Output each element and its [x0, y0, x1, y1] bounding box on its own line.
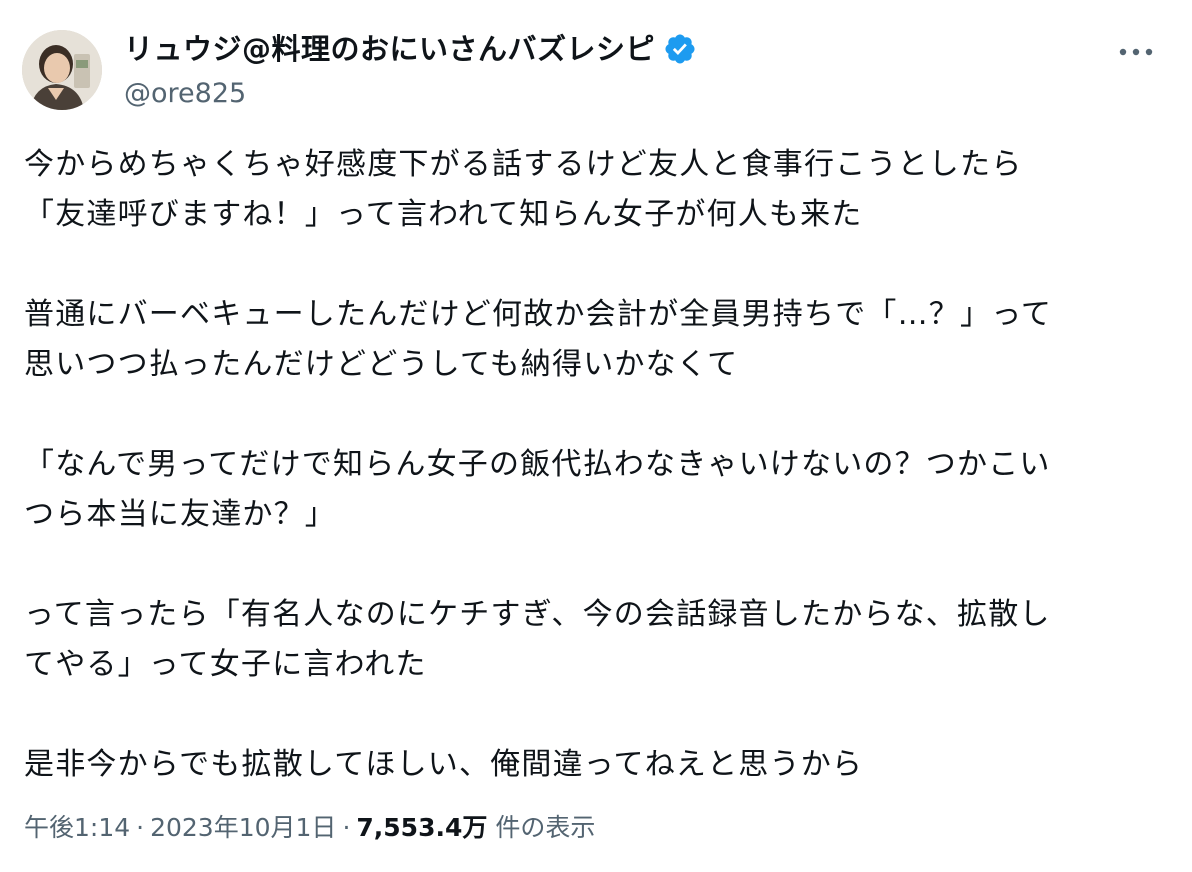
- tweet: リュウジ@料理のおにいさんバズレシピ @ore825 今からめちゃくちゃ好感度下…: [0, 0, 1192, 872]
- tweet-date: 2023年10月1日: [150, 813, 337, 842]
- tweet-paragraph: 是非今からでも拡散してほしい、俺間違ってねえと思うから: [24, 740, 1174, 790]
- avatar-photo: [22, 30, 102, 110]
- tweet-text: 今からめちゃくちゃ好感度下がる話するけど友人と食事行こうとしたら 「友達呼びます…: [24, 140, 1174, 790]
- tweet-line: 思いつつ払ったんだけどどうしても納得いかなくて: [24, 347, 739, 382]
- tweet-time: 午後1:14: [24, 813, 131, 842]
- author-display-name[interactable]: リュウジ@料理のおにいさんバズレシピ: [124, 30, 655, 68]
- more-options-button[interactable]: [1116, 42, 1156, 62]
- tweet-line: つら本当に友達か？」: [24, 497, 336, 532]
- tweet-paragraph: 今からめちゃくちゃ好感度下がる話するけど友人と食事行こうとしたら 「友達呼びます…: [24, 140, 1174, 240]
- tweet-views[interactable]: 7,553.4万 件の表示: [356, 813, 595, 842]
- tweet-meta: 午後1:14 · 2023年10月1日 · 7,553.4万 件の表示: [24, 810, 595, 846]
- tweet-line: って言ったら「有名人なのにケチすぎ、今の会話録音したからな、拡散し: [24, 597, 1051, 632]
- meta-separator: ·: [136, 813, 145, 842]
- avatar[interactable]: [22, 30, 102, 110]
- tweet-line: 今からめちゃくちゃ好感度下がる話するけど友人と食事行こうとしたら: [24, 147, 1023, 182]
- tweet-line: てやる」って女子に言われた: [24, 647, 427, 682]
- views-count: 7,553.4万: [356, 813, 488, 842]
- more-options-icon: [1119, 48, 1153, 56]
- tweet-paragraph: 普通にバーベキューしたんだけど何故か会計が全員男持ちで「…？」って 思いつつ払っ…: [24, 290, 1174, 390]
- views-label: 件の表示: [495, 813, 596, 842]
- author-handle[interactable]: @ore825: [124, 76, 246, 112]
- verified-badge-icon[interactable]: [663, 32, 697, 66]
- tweet-paragraph: 「なんで男ってだけで知らん女子の飯代払わなきゃいけないの？つかこい つら本当に友…: [24, 440, 1174, 540]
- tweet-line: 是非今からでも拡散してほしい、俺間違ってねえと思うから: [24, 747, 864, 782]
- meta-separator: ·: [342, 813, 351, 842]
- tweet-line: 普通にバーベキューしたんだけど何故か会計が全員男持ちで「…？」って: [24, 297, 1053, 332]
- tweet-line: 「なんで男ってだけで知らん女子の飯代払わなきゃいけないの？つかこい: [24, 447, 1051, 482]
- tweet-paragraph: って言ったら「有名人なのにケチすぎ、今の会話録音したからな、拡散し てやる」って…: [24, 590, 1174, 690]
- tweet-timestamp[interactable]: 午後1:14 · 2023年10月1日: [24, 813, 336, 842]
- author-name-row: リュウジ@料理のおにいさんバズレシピ: [124, 30, 697, 68]
- tweet-line: 「友達呼びますね！」って言われて知らん女子が何人も来た: [24, 197, 863, 232]
